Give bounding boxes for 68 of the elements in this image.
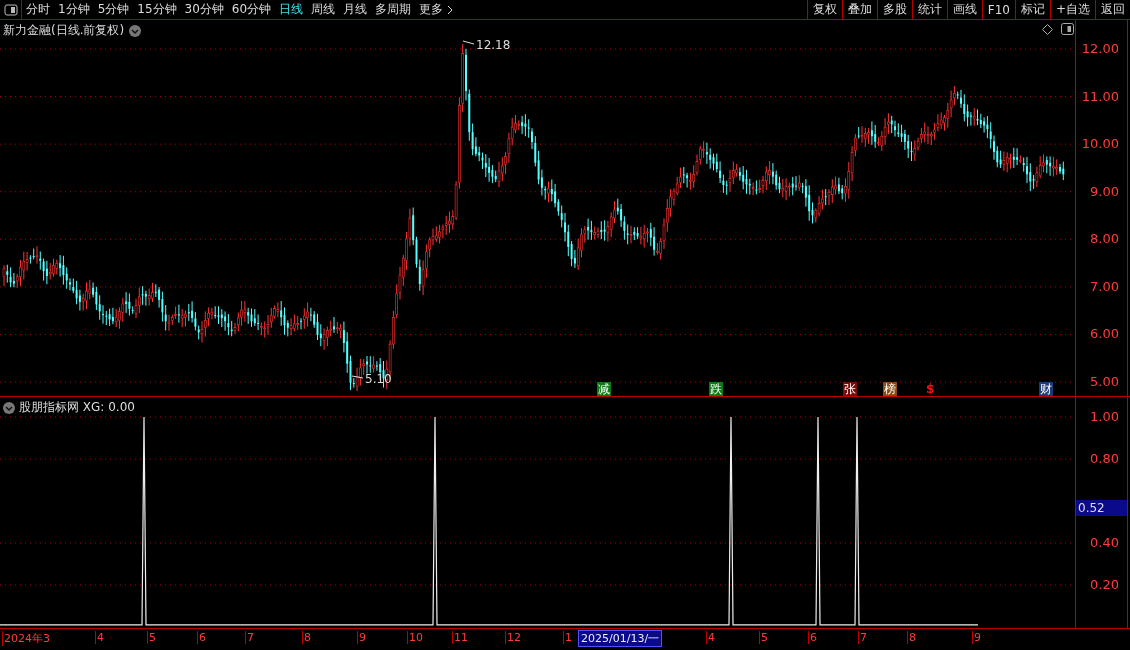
period-tab[interactable]: 更多 [415,0,459,19]
date-label: 4 [95,631,104,644]
toolbar-button[interactable]: 返回 [1095,0,1130,19]
date-label: 7 [245,631,254,644]
period-tab[interactable]: 多周期 [371,0,416,19]
price-tick-label: 5.00 [1090,374,1119,389]
leader-line [351,375,364,379]
cursor-date-label: 2025/01/13/一 [578,630,663,647]
panel-icon[interactable] [1061,23,1074,35]
date-label: 5 [147,631,156,644]
date-label: 6 [808,631,817,644]
date-label: 7 [858,631,867,644]
period-tab[interactable]: 月线 [339,0,372,19]
event-marker[interactable]: 财 [1039,382,1053,396]
period-tab[interactable]: 15分钟 [133,0,181,19]
price-tick-label: 6.00 [1090,326,1119,342]
date-label: 9 [972,631,981,644]
indicator-tick-label: 0.40 [1090,535,1119,550]
date-label: 4 [706,631,715,644]
high-price-label: 12.18 [476,38,511,52]
date-label: 1 [563,631,572,644]
toolbar-button[interactable]: 复权 [806,0,842,19]
price-tick-label: 12.00 [1081,41,1119,56]
date-label: 5 [759,631,768,644]
period-tab[interactable]: 分时 [22,0,54,19]
price-tick-label: 10.00 [1081,136,1119,152]
dropdown-icon[interactable] [3,401,15,414]
indicator-title: 股朋指标网 XG: 0.00 [19,399,135,416]
date-label: 11 [452,631,468,644]
event-marker[interactable]: 减 [597,382,611,396]
chevron-icon [446,4,455,15]
event-marker[interactable]: 跌 [709,382,723,396]
date-label: 8 [907,631,916,644]
toolbar-button[interactable]: 多股 [876,0,912,19]
event-marker[interactable]: $ [925,382,936,396]
event-marker[interactable]: 榜 [883,382,897,396]
date-label: 8 [302,631,311,644]
leader-line [462,40,475,45]
dropdown-icon[interactable] [129,24,142,37]
period-tab[interactable]: 60分钟 [227,0,276,19]
price-tick-label: 11.00 [1081,88,1119,104]
toolbar-button[interactable]: F10 [981,0,1015,19]
date-label: 10 [407,631,423,644]
panel-icon [3,3,18,16]
diamond-icon[interactable] [1042,23,1053,35]
toolbar-button[interactable]: 叠加 [841,0,877,19]
toolbar-button[interactable]: 标记 [1014,0,1050,19]
price-tick-label: 8.00 [1090,231,1119,247]
chart-title: 新力金融(日线.前复权) [3,22,125,39]
period-tab[interactable]: 日线 [275,0,308,19]
period-tab[interactable]: 1分钟 [54,0,94,19]
indicator-tick-label: 0.20 [1090,577,1119,592]
period-tab[interactable]: 30分钟 [180,0,228,19]
current-value-badge: 0.52 [1076,500,1127,516]
toolbar-button[interactable]: +自选 [1049,0,1095,19]
price-tick-label: 9.00 [1090,183,1119,199]
toolbar-button[interactable]: 统计 [911,0,947,19]
price-tick-label: 7.00 [1090,278,1119,294]
indicator-tick-label: 1.00 [1090,409,1119,424]
date-label: 2024年3 [2,631,50,646]
toolbar-button[interactable]: 画线 [946,0,982,19]
date-label: 9 [357,631,366,644]
period-tab[interactable]: 5分钟 [93,0,134,19]
indicator-tick-label: 0.80 [1090,451,1119,466]
date-label: 6 [197,631,206,644]
date-label: 12 [505,631,521,644]
period-tab[interactable]: 周线 [307,0,340,19]
event-marker[interactable]: 张 [843,382,857,396]
